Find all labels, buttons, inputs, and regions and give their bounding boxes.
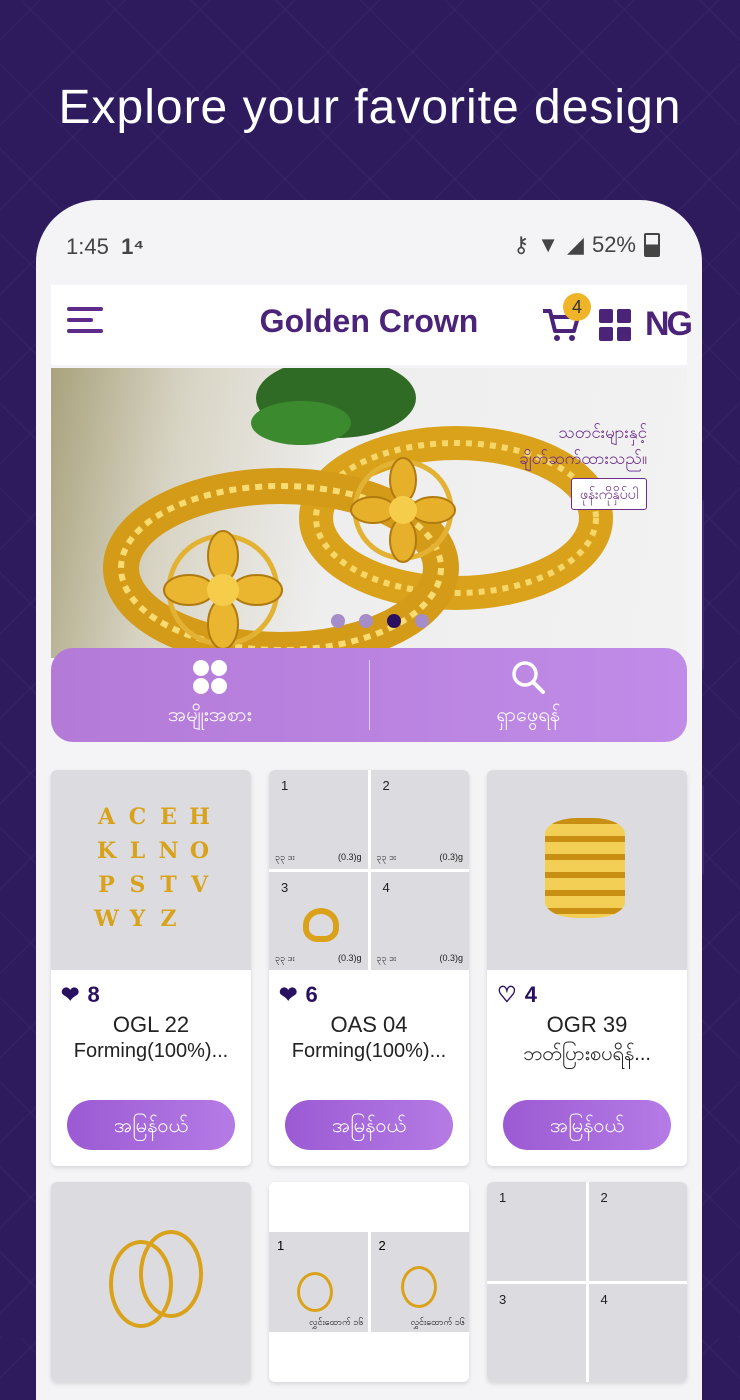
- cart-count-badge: 4: [563, 293, 591, 321]
- like-count[interactable]: ♡ 4: [497, 982, 537, 1008]
- pendant-letter: Z: [160, 906, 177, 932]
- product-desc: Forming(100%)...: [73, 1040, 229, 1062]
- carousel-dot[interactable]: [331, 614, 345, 628]
- buy-now-button[interactable]: အမြန်ဝယ်: [503, 1100, 671, 1150]
- search-icon: [512, 661, 546, 694]
- variant-tile: 1 လွှင်းထောက် ၁၆: [269, 1232, 368, 1332]
- brand-logo: NG: [645, 305, 693, 343]
- pendant-letter: L: [129, 838, 146, 864]
- banner-tag: ဖုန်းကိုနှိပ်ပါ: [570, 478, 647, 510]
- heart-outline-icon: ♡: [497, 982, 517, 1007]
- quick-actions: အမျိုးအစား ရှာဖွေရန်: [51, 648, 687, 742]
- banner-line-2: ချိတ်ဆက်ထားသည်။: [519, 449, 647, 468]
- phone-frame: 1:45 1⁴ ⚷ ▼ ◢ 52% Golden Crown 4 NG သတင်…: [36, 200, 702, 1400]
- grid-view-icon[interactable]: [599, 309, 631, 341]
- product-card[interactable]: 1 2 3 4: [487, 1182, 687, 1382]
- pendant-letter: W: [94, 906, 119, 932]
- pendant-letter: Y: [129, 906, 146, 932]
- carousel-dot[interactable]: [359, 614, 373, 628]
- search-button[interactable]: ရှာဖွေရန်: [370, 648, 688, 742]
- promo-banner[interactable]: သတင်းများနှင့် ချိတ်ဆက်ထားသည်။ ဖုန်းကိုန…: [51, 368, 687, 658]
- product-image: [487, 770, 687, 970]
- wifi-icon: ▼: [537, 232, 560, 257]
- pendant-letter: E: [160, 804, 177, 830]
- pendant-letter: H: [189, 804, 210, 830]
- pendant-letter: C: [128, 804, 147, 830]
- signal-icon: ◢: [567, 232, 584, 257]
- product-code: OAS 04: [330, 1012, 408, 1037]
- variant-tile: 2: [588, 1182, 687, 1281]
- variant-tile: 3 ၃၃ ဒး (0.3)g: [269, 871, 368, 970]
- heart-filled-icon: ❤: [279, 982, 298, 1007]
- heart-filled-icon: ❤: [61, 982, 80, 1007]
- variant-tile: 4: [588, 1283, 687, 1382]
- category-button[interactable]: အမျိုးအစား: [51, 648, 369, 742]
- pendant-letter: A: [97, 804, 116, 830]
- like-count[interactable]: ❤ 8: [61, 982, 100, 1008]
- search-label: ရှာဖွေရန်: [496, 704, 561, 726]
- pendant-letter: P: [98, 872, 115, 898]
- product-code: OGL 22: [112, 1012, 190, 1037]
- pendant-letter: O: [189, 838, 210, 864]
- status-bar: 1:45 1⁴ ⚷ ▼ ◢ 52%: [36, 222, 702, 272]
- status-time: 1:45 1⁴: [66, 234, 145, 259]
- key-icon: ⚷: [513, 232, 530, 257]
- carousel-dot-active[interactable]: [387, 614, 401, 628]
- banner-line-1: သတင်းများနှင့်: [558, 423, 647, 442]
- app-bar: Golden Crown 4 NG: [51, 285, 693, 365]
- carousel-indicator: [331, 614, 429, 628]
- product-image: [51, 1182, 251, 1382]
- pendant-letter: N: [158, 838, 179, 864]
- pendant-letter: V: [190, 872, 209, 898]
- product-image: ACEH KLNO PSTV WYZ: [51, 770, 251, 970]
- headline: Explore your favorite design: [58, 81, 682, 134]
- product-card[interactable]: ACEH KLNO PSTV WYZ ❤ 8 OGL 22 Forming(100%).…: [51, 770, 251, 1166]
- product-card[interactable]: 1 လွှင်းထောက် ၁၆ 2 လွှင်းထောက် ၁၆: [269, 1182, 469, 1382]
- pendant-letter: T: [160, 872, 177, 898]
- product-desc: ဘတ်ပြားစပရိန်...: [523, 1043, 651, 1065]
- like-count[interactable]: ❤ 6: [279, 982, 318, 1008]
- category-grid-icon: [192, 660, 227, 694]
- pendant-letter: S: [129, 872, 146, 898]
- variant-tile: 1: [487, 1182, 586, 1281]
- product-card[interactable]: 1 ၃၃ ဒး (0.3)g 2 ၃၃ ဒး (0.3)g 3 ၃၃ ဒး (0.3)g 4…: [269, 770, 469, 1166]
- status-icons: ⚷ ▼ ◢ 52%: [513, 232, 660, 258]
- variant-tile: 2 ၃၃ ဒး (0.3)g: [370, 770, 469, 869]
- battery-level: 52%: [591, 232, 636, 257]
- category-label: အမျိုးအစား: [167, 704, 252, 726]
- product-card[interactable]: ♡ 4 OGR 39 ဘတ်ပြားစပရိန်... အမြန်ဝယ်: [487, 770, 687, 1166]
- variant-tile: 4 ၃၃ ဒး (0.3)g: [370, 871, 469, 970]
- pendant-letter: K: [96, 838, 117, 864]
- variant-tile: 1 ၃၃ ဒး (0.3)g: [269, 770, 368, 869]
- buy-now-button[interactable]: အမြန်ဝယ်: [285, 1100, 453, 1150]
- product-image: 1 ၃၃ ဒး (0.3)g 2 ၃၃ ဒး (0.3)g 3 ၃၃ ဒး (0.3)g 4…: [269, 770, 469, 970]
- variant-tile: 2 လွှင်းထောက် ၁၆: [370, 1232, 469, 1332]
- product-card[interactable]: [51, 1182, 251, 1382]
- battery-icon: [644, 233, 660, 257]
- variant-tile: 3: [487, 1283, 586, 1382]
- app-title: Golden Crown: [259, 303, 479, 339]
- carousel-dot[interactable]: [415, 614, 429, 628]
- product-code: OGR 39: [546, 1012, 628, 1037]
- product-desc: Forming(100%)...: [291, 1040, 447, 1062]
- banner-caption: သတင်းများနှင့် ချိတ်ဆက်ထားသည်။ ဖုန်းကိုန…: [519, 420, 647, 510]
- buy-now-button[interactable]: အမြန်ဝယ်: [67, 1100, 235, 1150]
